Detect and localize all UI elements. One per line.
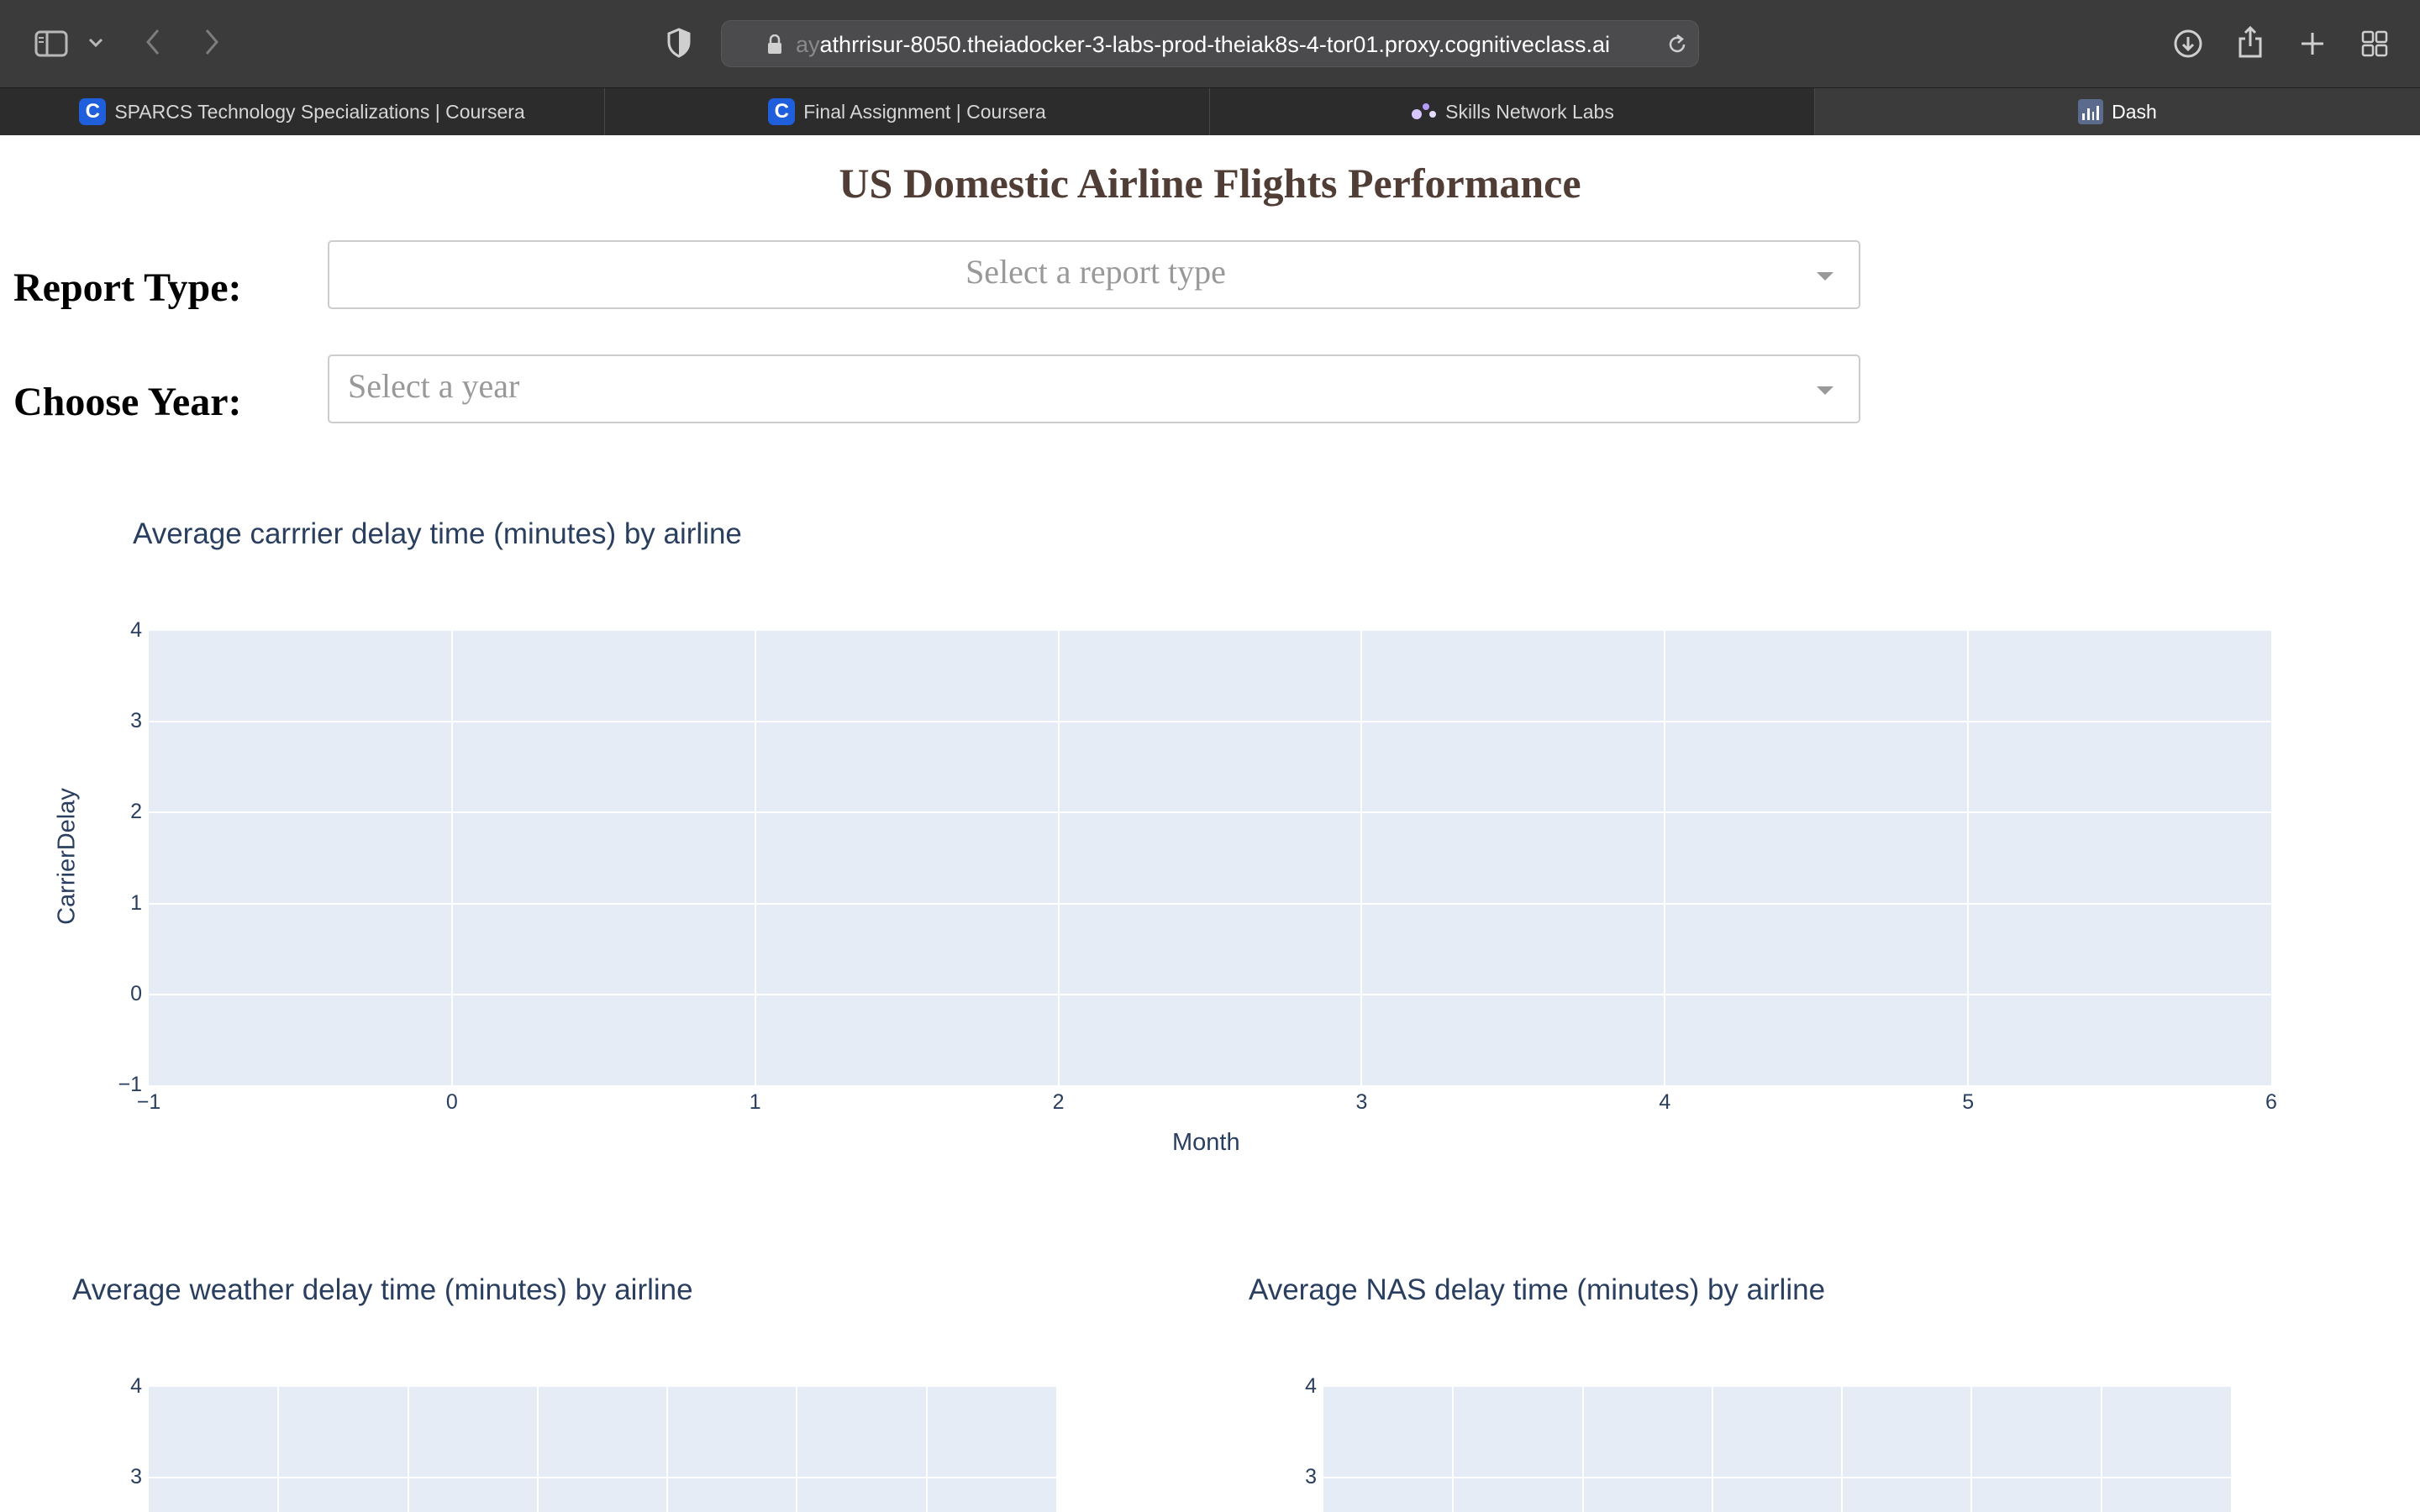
privacy-shield-icon[interactable] [664,25,694,60]
address-bar[interactable]: ayathrrisur-8050.theiadocker-3-labs-prod… [721,20,1699,67]
y-tick-label: 4 [1305,1374,1317,1398]
grid-line [1967,631,1970,1085]
x-tick-label: 6 [2265,1090,2277,1114]
grid-line [149,811,2271,814]
grid-line [2100,1387,2102,1512]
y-tick-label: −1 [118,1073,142,1096]
url-text: ayathrrisur-8050.theiadocker-3-labs-prod… [796,32,1610,57]
chevron-down-icon[interactable] [1817,272,1833,281]
tab-overview-icon[interactable] [2358,27,2391,60]
forward-arrow-icon[interactable] [197,25,227,59]
tab-label: Skills Network Labs [1445,100,1614,123]
chevron-down-icon[interactable] [1817,386,1833,395]
plot-area[interactable] [1323,1387,2231,1512]
grid-line [149,902,2271,905]
y-tick-label: 4 [130,618,142,642]
x-tick-label: 2 [1052,1090,1065,1114]
y-axis-title: CarrierDelay [53,788,81,925]
browser-tab-bar: C SPARCS Technology Specializations | Co… [0,87,2420,135]
plot-area[interactable] [149,1387,1056,1512]
x-tick-label: 3 [1355,1090,1368,1114]
tab-final-assignment[interactable]: C Final Assignment | Coursera [605,88,1210,135]
grid-line [666,1387,669,1512]
y-tick-label: 2 [130,800,142,824]
new-tab-plus-icon[interactable] [2296,27,2329,60]
tab-label: SPARCS Technology Specializations | Cour… [114,100,525,123]
x-axis-title: Month [1172,1129,1240,1156]
lock-icon [767,34,782,59]
reload-icon[interactable] [1666,33,1688,60]
year-dropdown[interactable]: Select a year [328,354,1860,423]
grid-line [925,1387,928,1512]
sidebar-toggle-icon[interactable] [34,27,69,60]
year-placeholder: Select a year [348,367,520,405]
chart-title: Average weather delay time (minutes) by … [72,1273,693,1306]
y-tick-label: 1 [130,890,142,915]
plot-area[interactable] [149,631,2271,1085]
grid-line [1970,1387,1973,1512]
x-tick-label: 0 [445,1090,458,1114]
x-tick-label: 5 [1962,1090,1975,1114]
y-tick-label: 3 [1305,1465,1317,1488]
grid-line [277,1387,280,1512]
x-tick-label: 4 [1659,1090,1671,1114]
download-icon[interactable] [2171,27,2205,60]
coursera-icon: C [768,98,796,125]
choose-year-label: Choose Year: [13,380,242,424]
page-title: US Domestic Airline Flights Performance [839,160,1581,207]
dash-app-page: US Domestic Airline Flights Performance … [0,135,2420,1512]
y-tick-label: 3 [130,1465,142,1488]
coursera-icon: C [79,98,107,125]
grid-line [1841,1387,1844,1512]
tab-label: Final Assignment | Coursera [803,100,1046,123]
report-type-dropdown[interactable]: Select a report type [328,240,1860,309]
tab-skills-network-labs[interactable]: Skills Network Labs [1210,88,1815,135]
y-tick-label: 0 [130,981,142,1005]
y-tick-label: 4 [130,1374,142,1398]
chart-title: Average NAS delay time (minutes) by airl… [1249,1273,1826,1306]
tab-sparcs-coursera[interactable]: C SPARCS Technology Specializations | Co… [0,88,605,135]
grid-line [1581,1387,1584,1512]
grid-line [1711,1387,1713,1512]
grid-line [1452,1387,1455,1512]
report-type-placeholder: Select a report type [965,253,1226,291]
grid-line [536,1387,539,1512]
grid-line [1360,631,1363,1085]
report-type-label: Report Type: [13,265,242,310]
grid-line [754,631,756,1085]
grid-line [149,993,2271,995]
chart-title: Average carrrier delay time (minutes) by… [133,517,742,550]
grid-line [1323,1477,2231,1478]
chevron-down-icon[interactable] [84,30,108,55]
grid-line [149,721,2271,723]
back-arrow-icon[interactable] [138,25,168,59]
grid-line [1057,631,1060,1085]
x-tick-label: 1 [749,1090,761,1114]
grid-line [796,1387,798,1512]
grid-line [450,631,453,1085]
share-icon[interactable] [2233,24,2267,60]
y-tick-label: 3 [130,709,142,733]
tab-label: Dash [2112,100,2157,123]
grid-line [407,1387,409,1512]
browser-toolbar: ayathrrisur-8050.theiadocker-3-labs-prod… [0,0,2420,87]
grid-line [1664,631,1666,1085]
tab-dash[interactable]: Dash [1815,88,2420,135]
skills-network-icon [1410,102,1437,122]
dash-icon [2078,99,2104,124]
grid-line [149,1477,1056,1478]
